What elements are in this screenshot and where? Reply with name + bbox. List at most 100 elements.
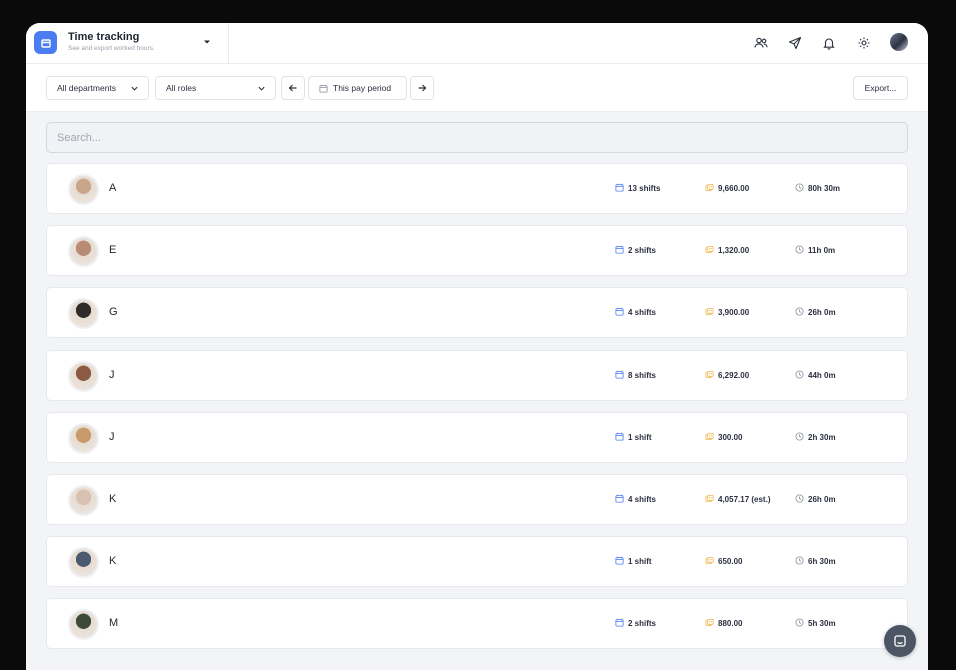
employee-initial: J	[109, 431, 115, 443]
calendar-icon	[615, 494, 628, 505]
avatar	[68, 298, 99, 329]
calendar-icon	[615, 432, 628, 443]
coins-icon	[705, 432, 718, 443]
coins-icon	[705, 183, 718, 194]
employee-initial: K	[109, 555, 117, 567]
app-title: Time tracking	[68, 31, 140, 43]
avatar	[68, 609, 99, 640]
shifts-count: 2 shifts	[615, 618, 656, 629]
employee-initial: K	[109, 493, 117, 505]
hours-label: 44h 0m	[808, 371, 836, 380]
pay-period-label: This pay period	[333, 83, 392, 93]
shifts-label: 13 shifts	[628, 184, 661, 193]
pay-amount: 4,057.17 (est.)	[705, 494, 770, 505]
calendar-icon	[319, 84, 328, 93]
shifts-label: 4 shifts	[628, 495, 657, 504]
calendar-icon	[615, 183, 628, 194]
shifts-count: 1 shift	[615, 556, 652, 567]
pay-label: 4,057.17 (est.)	[718, 495, 771, 504]
chevron-down-icon	[131, 86, 138, 91]
previous-period-button[interactable]	[281, 76, 305, 100]
clock-icon	[795, 432, 808, 443]
shifts-label: 1 shift	[628, 557, 652, 566]
employee-initial: J	[109, 369, 115, 381]
roles-dropdown[interactable]: All roles	[155, 76, 276, 100]
hours-worked: 2h 30m	[795, 432, 836, 443]
employee-row[interactable]: K 4 shifts 4,057.17 (est.) 26h 0m	[46, 474, 908, 525]
shifts-count: 13 shifts	[615, 183, 660, 194]
chat-icon	[894, 635, 906, 647]
avatar	[68, 485, 99, 516]
send-icon[interactable]	[786, 34, 804, 52]
arrow-right-icon	[418, 84, 427, 92]
search-input[interactable]	[46, 122, 908, 153]
app-header: Time tracking See and export worked hour…	[26, 23, 928, 64]
chevron-down-icon	[258, 86, 265, 91]
shifts-count: 1 shift	[615, 432, 652, 443]
hours-worked: 80h 30m	[795, 183, 840, 194]
coins-icon	[705, 307, 718, 318]
header-divider	[228, 23, 229, 64]
coins-icon	[705, 618, 718, 629]
employee-row[interactable]: K 1 shift 650.00 6h 30m	[46, 536, 908, 587]
employee-row[interactable]: J 1 shift 300.00 2h 30m	[46, 412, 908, 463]
gear-icon[interactable]	[855, 34, 873, 52]
shifts-count: 4 shifts	[615, 307, 656, 318]
caret-down-icon[interactable]	[202, 37, 212, 47]
coins-icon	[705, 245, 718, 256]
pay-period-selector[interactable]: This pay period	[308, 76, 407, 100]
hours-label: 5h 30m	[808, 619, 836, 628]
user-avatar[interactable]	[890, 33, 908, 51]
coins-icon	[705, 370, 718, 381]
clock-icon	[795, 556, 808, 567]
pay-amount: 650.00	[705, 556, 742, 567]
hours-label: 11h 0m	[808, 246, 836, 255]
employee-row[interactable]: G 4 shifts 3,900.00 26h 0m	[46, 287, 908, 338]
hours-worked: 26h 0m	[795, 307, 836, 318]
coins-icon	[705, 556, 718, 567]
coins-icon	[705, 494, 718, 505]
pay-amount: 9,660.00	[705, 183, 749, 194]
app-subtitle: See and export worked hours.	[68, 45, 155, 52]
departments-dropdown[interactable]: All departments	[46, 76, 149, 100]
pay-label: 9,660.00	[718, 184, 750, 193]
pay-label: 300.00	[718, 433, 743, 442]
hours-worked: 26h 0m	[795, 494, 836, 505]
hours-label: 26h 0m	[808, 308, 836, 317]
hours-worked: 6h 30m	[795, 556, 836, 567]
calendar-icon	[615, 245, 628, 256]
clock-icon	[795, 618, 808, 629]
employee-row[interactable]: E 2 shifts 1,320.00 11h 0m	[46, 225, 908, 276]
clock-icon	[795, 370, 808, 381]
calendar-icon	[615, 556, 628, 567]
employee-initial: G	[109, 306, 118, 318]
hours-worked: 11h 0m	[795, 245, 835, 256]
employee-row[interactable]: J 8 shifts 6,292.00 44h 0m	[46, 350, 908, 401]
employee-row[interactable]: A 13 shifts 9,660.00 80h 30m	[46, 163, 908, 214]
departments-dropdown-label: All departments	[57, 83, 117, 93]
pay-amount: 6,292.00	[705, 370, 749, 381]
chat-launcher-button[interactable]	[884, 625, 916, 657]
bell-icon[interactable]	[820, 34, 838, 52]
team-icon[interactable]	[752, 34, 770, 52]
calendar-icon	[615, 307, 628, 318]
clock-icon	[795, 245, 808, 256]
export-button[interactable]: Export...	[853, 76, 908, 100]
avatar	[68, 174, 99, 205]
pay-amount: 3,900.00	[705, 307, 749, 318]
shifts-label: 8 shifts	[628, 371, 657, 380]
calendar-icon	[615, 370, 628, 381]
shifts-label: 2 shifts	[628, 246, 657, 255]
employee-row[interactable]: M 2 shifts 880.00 5h 30m	[46, 598, 908, 649]
pay-label: 3,900.00	[718, 308, 750, 317]
avatar	[68, 361, 99, 392]
employee-initial: A	[109, 182, 117, 194]
employee-initial: E	[109, 244, 117, 256]
shifts-label: 4 shifts	[628, 308, 657, 317]
app-logo-icon[interactable]	[34, 31, 57, 54]
next-period-button[interactable]	[410, 76, 434, 100]
clock-icon	[795, 307, 808, 318]
roles-dropdown-label: All roles	[166, 83, 197, 93]
shifts-count: 2 shifts	[615, 245, 656, 256]
pay-label: 1,320.00	[718, 246, 750, 255]
